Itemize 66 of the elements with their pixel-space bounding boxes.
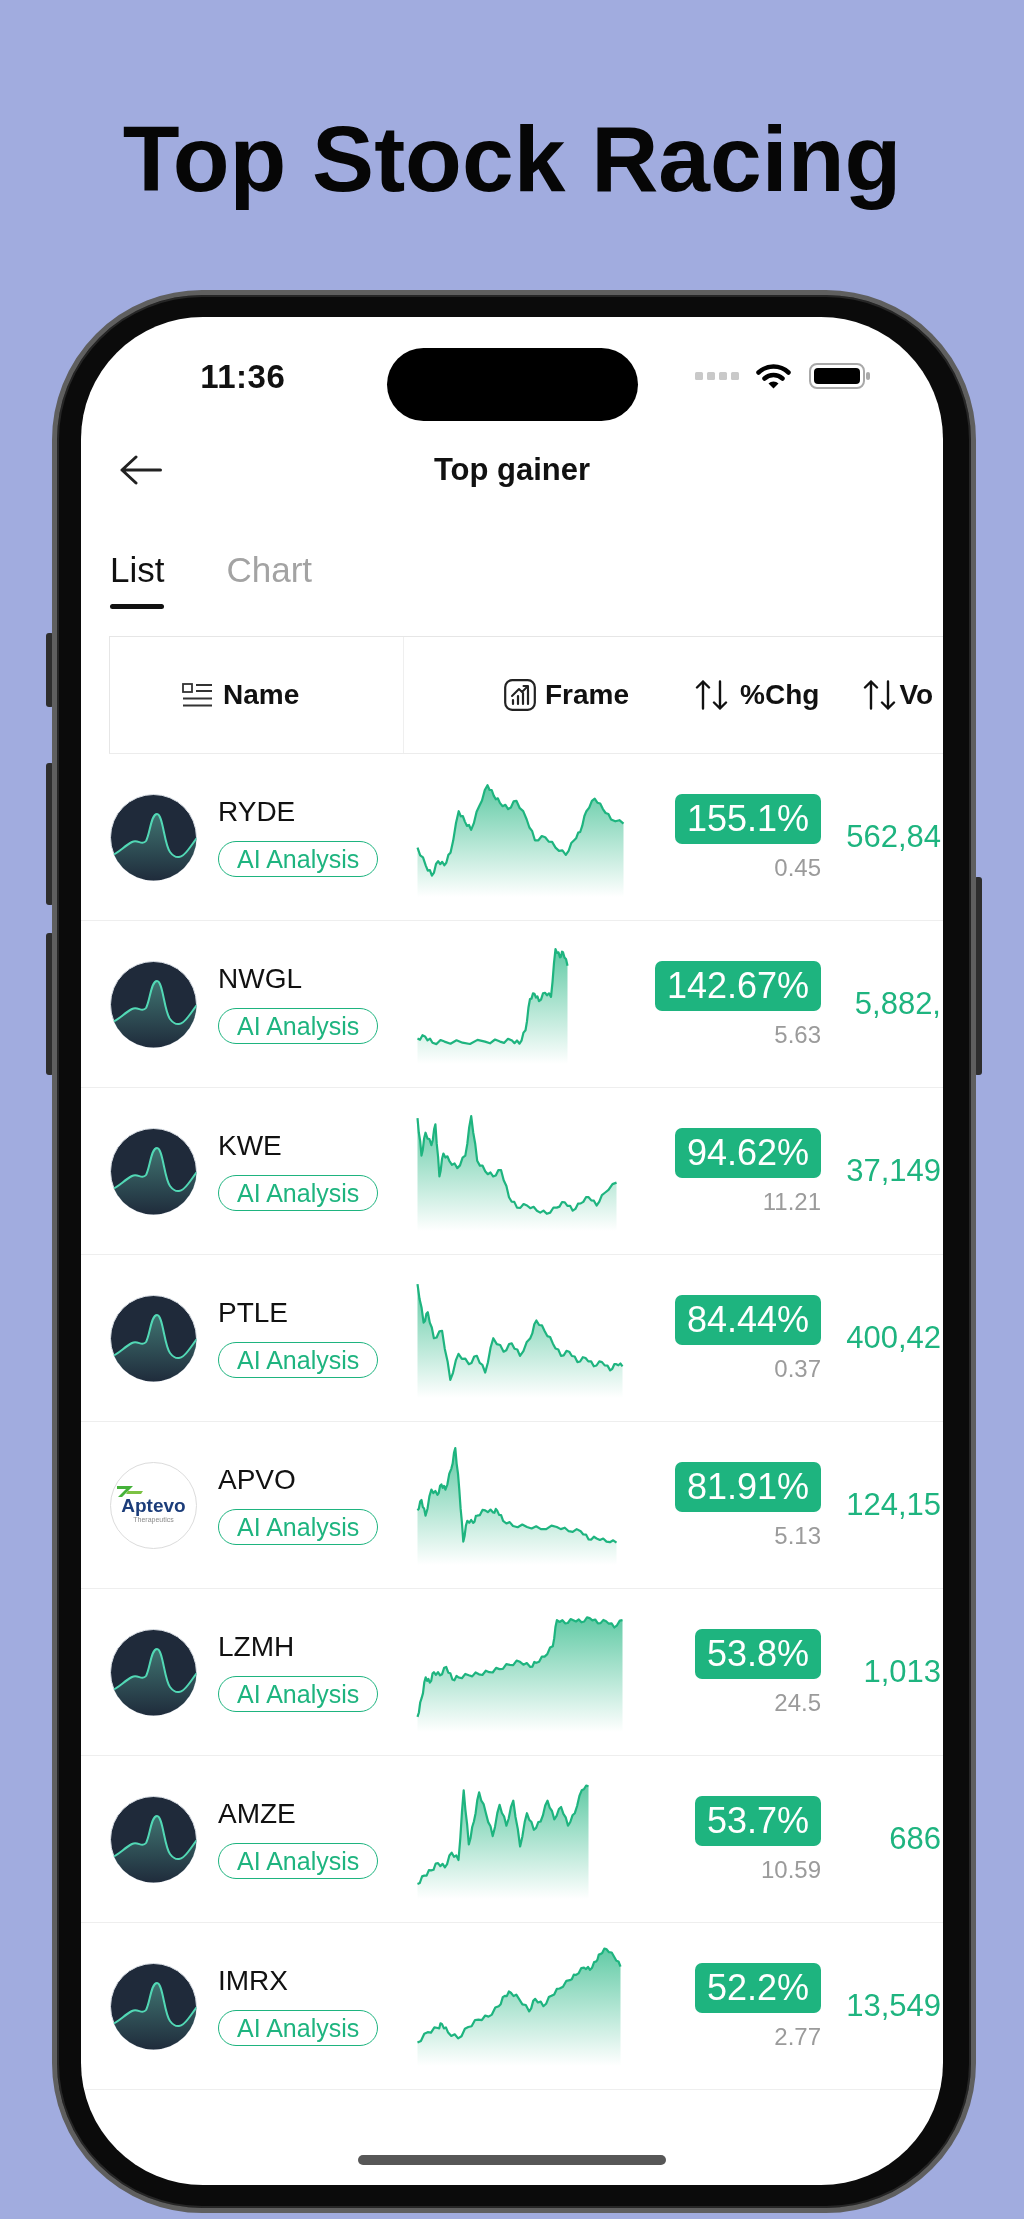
change-badge: 53.8% — [694, 1629, 821, 1679]
price-text: 5.63 — [774, 1023, 821, 1047]
volume-value: 37,149 — [846, 1153, 941, 1189]
headline: Top Stock Racing — [121, 106, 903, 213]
swoosh-icon — [117, 1486, 143, 1497]
wave-logo-icon — [110, 1628, 197, 1716]
wifi-icon — [755, 363, 791, 389]
status-time: 11:36 — [200, 359, 286, 393]
wave-logo-icon — [110, 1962, 197, 2050]
ai-analysis-button[interactable]: AI Analysis — [218, 841, 379, 877]
chart-icon — [504, 679, 536, 711]
ai-analysis-button[interactable]: AI Analysis — [218, 2010, 379, 2046]
wave-logo-icon — [110, 1127, 197, 1215]
ticker-text: NWGL — [218, 964, 302, 994]
ticker-text: RYDE — [218, 797, 296, 827]
column-header[interactable]: %Chg — [740, 678, 820, 712]
ticker-text: PTLE — [218, 1298, 289, 1328]
tab[interactable]: Chart — [226, 551, 313, 609]
price-text: 5.13 — [774, 1524, 821, 1548]
battery-icon — [808, 363, 870, 389]
price-text: 11.21 — [762, 1190, 821, 1214]
tab[interactable]: List — [110, 551, 165, 609]
signal-icon — [694, 372, 739, 380]
column-header[interactable]: Vo — [899, 678, 934, 712]
ai-analysis-button[interactable]: AI Analysis — [218, 1175, 379, 1211]
volume-value: 562,84 — [846, 819, 941, 855]
change-badge: 142.67% — [654, 961, 821, 1011]
volume-value: 5,882, — [854, 986, 941, 1022]
ai-analysis-button[interactable]: AI Analysis — [218, 1676, 379, 1712]
change-badge: 52.2% — [694, 1963, 821, 2013]
volume-value: 13,549 — [846, 1988, 941, 2024]
ticker-text: IMRX — [218, 1966, 288, 1996]
volume-value: 124,15 — [846, 1487, 941, 1523]
column-header: Name — [223, 678, 300, 712]
sort-icon — [695, 680, 729, 710]
ticker-text: LZMH — [218, 1632, 295, 1662]
back-arrow-icon — [120, 454, 162, 485]
change-badge: 155.1% — [674, 794, 821, 844]
ai-analysis-button[interactable]: AI Analysis — [218, 1509, 379, 1545]
volume-value: 1,013 — [863, 1654, 941, 1690]
change-badge: 53.7% — [694, 1796, 821, 1846]
price-text: 24.5 — [774, 1691, 821, 1715]
price-text: 0.45 — [774, 856, 821, 880]
ticker-text: APVO — [218, 1465, 296, 1495]
ai-analysis-button[interactable]: AI Analysis — [218, 1843, 379, 1879]
price-text: 2.77 — [774, 2025, 821, 2049]
wave-logo-icon — [110, 1294, 197, 1382]
volume-value: 686 — [889, 1821, 941, 1857]
change-badge: 81.91% — [674, 1462, 821, 1512]
page-title: Top gainer — [433, 451, 591, 487]
change-badge: 84.44% — [674, 1295, 821, 1345]
ai-analysis-button[interactable]: AI Analysis — [218, 1008, 379, 1044]
change-badge: 94.62% — [674, 1128, 821, 1178]
ticker-text: KWE — [218, 1131, 282, 1161]
logo-text: Aptevo — [121, 1496, 186, 1516]
column-header: Frame — [545, 678, 630, 712]
wave-logo-icon — [110, 1795, 197, 1883]
sort-icon — [863, 680, 897, 710]
volume-value: 400,42 — [846, 1320, 941, 1356]
ticker-text: AMZE — [218, 1799, 296, 1829]
price-text: 10.59 — [760, 1858, 821, 1882]
wave-logo-icon — [110, 960, 197, 1048]
list-icon — [182, 683, 213, 707]
price-text: 0.37 — [774, 1357, 821, 1381]
ai-analysis-button[interactable]: AI Analysis — [218, 1342, 379, 1378]
wave-logo-icon — [110, 793, 197, 881]
